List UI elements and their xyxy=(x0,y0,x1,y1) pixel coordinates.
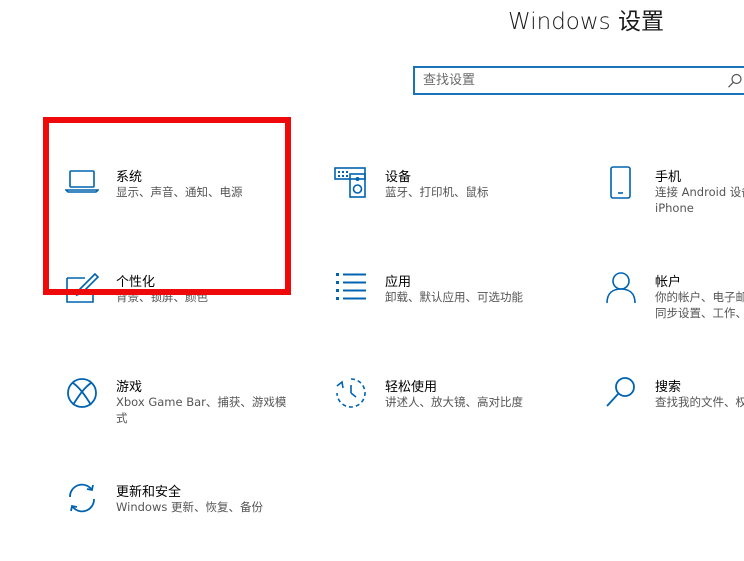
tile-accounts[interactable]: 帐户 你的帐户、电子邮件、同步设置、工作、家庭 xyxy=(604,271,744,351)
search-box[interactable] xyxy=(413,66,744,95)
page-title: Windows 设置 xyxy=(508,9,664,35)
tile-personalization[interactable]: 个性化 背景、锁屏、颜色 xyxy=(65,271,325,351)
tile-apps[interactable]: 应用 卸载、默认应用、可选功能 xyxy=(334,271,594,351)
search-input[interactable] xyxy=(423,68,713,93)
tile-update-security[interactable]: 更新和安全 Windows 更新、恢复、备份 xyxy=(65,481,325,561)
tile-description: 你的帐户、电子邮件、同步设置、工作、家庭 xyxy=(655,290,744,320)
search-icon[interactable] xyxy=(727,73,743,89)
tile-title: 个性化 xyxy=(116,275,156,290)
tile-title: 帐户 xyxy=(655,275,682,290)
tile-title: 更新和安全 xyxy=(116,485,182,500)
tile-title: 手机 xyxy=(655,170,682,185)
update-icon xyxy=(65,481,99,515)
tile-description: 显示、声音、通知、电源 xyxy=(116,185,243,199)
ease-of-access-icon xyxy=(334,376,368,410)
tile-devices[interactable]: 设备 蓝牙、打印机、鼠标 xyxy=(334,166,594,246)
tile-description: 查找我的文件、权限 xyxy=(655,395,744,409)
phone-icon xyxy=(604,166,638,200)
tile-system[interactable]: 系统 显示、声音、通知、电源 xyxy=(65,166,325,246)
laptop-icon xyxy=(65,166,99,200)
tile-ease-of-access[interactable]: 轻松使用 讲述人、放大镜、高对比度 xyxy=(334,376,594,456)
xbox-icon xyxy=(65,376,99,410)
tile-title: 设备 xyxy=(385,170,412,185)
person-icon xyxy=(604,271,638,305)
tile-description: 连接 Android 设备和 iPhone xyxy=(655,185,744,215)
tile-title: 轻松使用 xyxy=(385,380,438,395)
tile-description: Windows 更新、恢复、备份 xyxy=(116,500,263,514)
tile-title: 搜索 xyxy=(655,380,682,395)
search-magnifier-icon xyxy=(604,376,638,410)
tile-description: 背景、锁屏、颜色 xyxy=(116,290,208,304)
paint-icon xyxy=(65,271,99,305)
tile-phone[interactable]: 手机 连接 Android 设备和 iPhone xyxy=(604,166,744,246)
tile-title: 游戏 xyxy=(116,380,143,395)
tile-description: 卸载、默认应用、可选功能 xyxy=(385,290,523,304)
keyboard-icon xyxy=(334,166,368,200)
tile-description: Xbox Game Bar、捕获、游戏模式 xyxy=(116,395,287,425)
apps-list-icon xyxy=(334,271,368,305)
tile-title: 应用 xyxy=(385,275,412,290)
tile-description: 蓝牙、打印机、鼠标 xyxy=(385,185,489,199)
tile-search[interactable]: 搜索 查找我的文件、权限 xyxy=(604,376,744,456)
tile-gaming[interactable]: 游戏 Xbox Game Bar、捕获、游戏模式 xyxy=(65,376,325,456)
tile-title: 系统 xyxy=(116,170,143,185)
tile-description: 讲述人、放大镜、高对比度 xyxy=(385,395,523,409)
